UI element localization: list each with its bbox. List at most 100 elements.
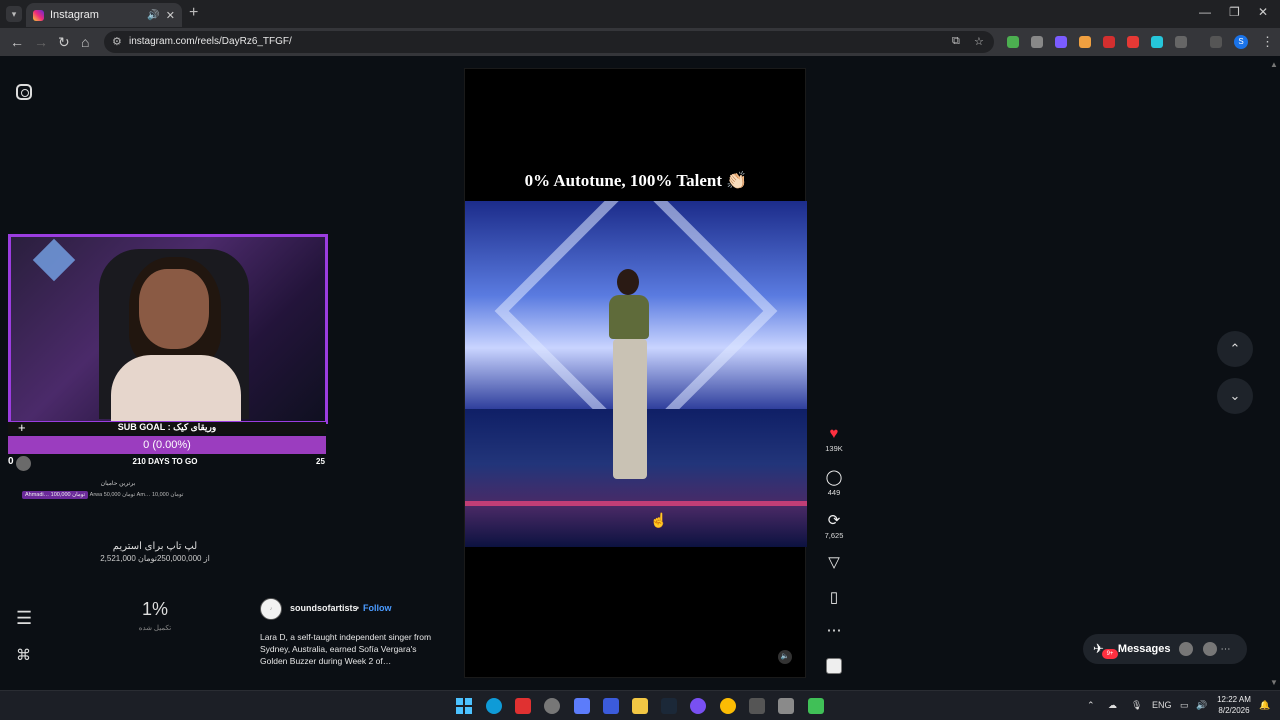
new-tab-button[interactable]: +: [189, 4, 198, 22]
stream-webcam-overlay: [8, 234, 328, 424]
comment-action[interactable]: ◯ 449: [818, 468, 850, 497]
tab-search-button[interactable]: ▾: [6, 6, 22, 22]
site-info-icon[interactable]: ⚙: [112, 35, 122, 48]
url-text[interactable]: instagram.com/reels/DayRz6_TFGF/: [129, 36, 292, 47]
extension-icon[interactable]: [1055, 36, 1067, 48]
omnibox[interactable]: ⚙ instagram.com/reels/DayRz6_TFGF/ ⧉ ☆: [104, 31, 994, 53]
save-action[interactable]: ▯: [818, 588, 850, 606]
share-action[interactable]: ▽: [818, 553, 850, 571]
extension-icon[interactable]: [1031, 36, 1043, 48]
more-options-icon[interactable]: ⋯: [818, 621, 850, 639]
network-icon[interactable]: ▭: [1180, 700, 1189, 711]
file-explorer-icon[interactable]: [632, 698, 648, 714]
extensions-puzzle-icon[interactable]: [1175, 36, 1187, 48]
menu-icon[interactable]: ☰: [16, 608, 32, 629]
minimize-icon[interactable]: —: [1199, 5, 1211, 19]
laptop-goal-amount: 2,521,000 از 250,000,000تومان: [100, 554, 210, 563]
comment-icon[interactable]: ◯: [818, 468, 850, 486]
author-avatar[interactable]: ♪: [260, 598, 282, 620]
reload-icon[interactable]: ↻: [58, 34, 70, 51]
install-app-icon[interactable]: ⧉: [952, 35, 960, 48]
restore-icon[interactable]: ❐: [1229, 5, 1240, 19]
audio-thumbnail[interactable]: [826, 658, 842, 674]
extension-icon[interactable]: [1103, 36, 1115, 48]
singer-top: [609, 295, 649, 339]
extension-icon[interactable]: [1151, 36, 1163, 48]
tab-audio-icon[interactable]: 🔊: [147, 10, 159, 21]
also-from-meta-icon[interactable]: ⌘: [16, 646, 31, 664]
edge-icon[interactable]: [486, 698, 502, 714]
messages-button[interactable]: ✈ 9+ Messages ⋯: [1083, 634, 1247, 664]
app-icon[interactable]: [603, 698, 619, 714]
streamer-body: [111, 355, 241, 421]
scroll-down-icon[interactable]: ▼: [1270, 678, 1278, 687]
comment-count: 449: [827, 488, 841, 497]
author-username[interactable]: soundsofartists: [290, 603, 358, 613]
previous-reel-button[interactable]: ⌃: [1217, 331, 1253, 367]
tab-title: Instagram: [50, 9, 99, 21]
separator-dot: •: [356, 603, 360, 613]
reading-list-icon[interactable]: [1210, 36, 1222, 48]
repost-count: 7,625: [824, 531, 844, 540]
instagram-logo-icon[interactable]: [16, 84, 32, 100]
days-to-go: 210 DAYS TO GO: [132, 457, 198, 466]
top-donors-title: برترین حامیان: [100, 481, 136, 487]
browser-menu-icon[interactable]: ⋮: [1261, 34, 1274, 50]
reel-caption[interactable]: Lara D, a self-taught independent singer…: [260, 631, 445, 667]
extension-icon[interactable]: [1007, 36, 1019, 48]
heart-icon[interactable]: ♥: [818, 425, 850, 442]
streamer-face: [139, 269, 209, 349]
more-action[interactable]: ⋯: [818, 621, 850, 639]
microphone-icon[interactable]: 🎙: [1131, 700, 1142, 711]
back-icon[interactable]: ←: [10, 34, 24, 50]
reel-video-frame[interactable]: [465, 201, 807, 547]
bookmark-star-icon[interactable]: ☆: [974, 35, 984, 48]
reel-video-player[interactable]: 0% Autotune, 100% Talent 👏🏻: [464, 68, 807, 678]
copilot-icon[interactable]: [574, 698, 590, 714]
share-icon[interactable]: ▽: [818, 553, 850, 571]
steam-icon[interactable]: [661, 698, 677, 714]
app-icon[interactable]: [544, 698, 560, 714]
follow-button[interactable]: Follow: [363, 603, 392, 613]
like-action[interactable]: ♥ 139K: [818, 425, 850, 453]
mute-icon[interactable]: 🔈: [778, 650, 792, 664]
windows-start-icon[interactable]: [456, 698, 472, 714]
app-icon[interactable]: [515, 698, 531, 714]
chrome-icon[interactable]: [720, 698, 736, 714]
onedrive-icon[interactable]: ☁: [1108, 700, 1117, 711]
extension-icon[interactable]: [1127, 36, 1139, 48]
window-close-icon[interactable]: ✕: [1258, 5, 1268, 19]
profile-avatar[interactable]: S: [1234, 35, 1248, 49]
home-icon[interactable]: ⌂: [81, 34, 89, 50]
lamp-shape: [32, 238, 76, 282]
like-count: 139K: [825, 444, 843, 453]
bookmark-icon[interactable]: ▯: [818, 588, 850, 606]
scroll-up-icon[interactable]: ▲: [1270, 60, 1278, 69]
laptop-goal-title: لپ تاپ برای استریم: [112, 541, 198, 552]
forward-icon[interactable]: →: [34, 34, 48, 50]
taskbar-clock[interactable]: 12:22 AM 8/2/2026: [1216, 694, 1252, 716]
more-dots-icon: ⋯: [1220, 643, 1231, 655]
language-indicator[interactable]: ENG: [1152, 700, 1172, 710]
repost-icon[interactable]: ⟳: [818, 511, 850, 529]
stage-floor-stripe: [465, 501, 807, 506]
browser-tab-instagram[interactable]: Instagram 🔊 ✕: [26, 3, 182, 27]
repost-action[interactable]: ⟳ 7,625: [818, 511, 850, 540]
goal-percent-label: تکمیل شده: [138, 625, 172, 632]
windows-taskbar: ⌃ ☁ 🎙 ENG ▭ 🔊 12:22 AM 8/2/2026 🔔: [0, 690, 1280, 720]
donor-item: Am… 10,000 تومان: [136, 492, 184, 498]
app-icon[interactable]: [778, 698, 794, 714]
singer-figure: [605, 269, 655, 489]
app-icon[interactable]: [690, 698, 706, 714]
app-icon[interactable]: [749, 698, 765, 714]
app-icon[interactable]: [808, 698, 824, 714]
notifications-icon[interactable]: 🔔: [1259, 700, 1270, 711]
tab-close-icon[interactable]: ✕: [166, 9, 175, 22]
extension-icon[interactable]: [1079, 36, 1091, 48]
goal-end-value: 25: [316, 457, 325, 466]
message-avatar: [1202, 642, 1217, 656]
goal-avatar: [16, 456, 31, 471]
volume-icon[interactable]: 🔊: [1196, 700, 1207, 711]
next-reel-button[interactable]: ⌄: [1217, 378, 1253, 414]
tray-chevron-icon[interactable]: ⌃: [1087, 700, 1095, 711]
